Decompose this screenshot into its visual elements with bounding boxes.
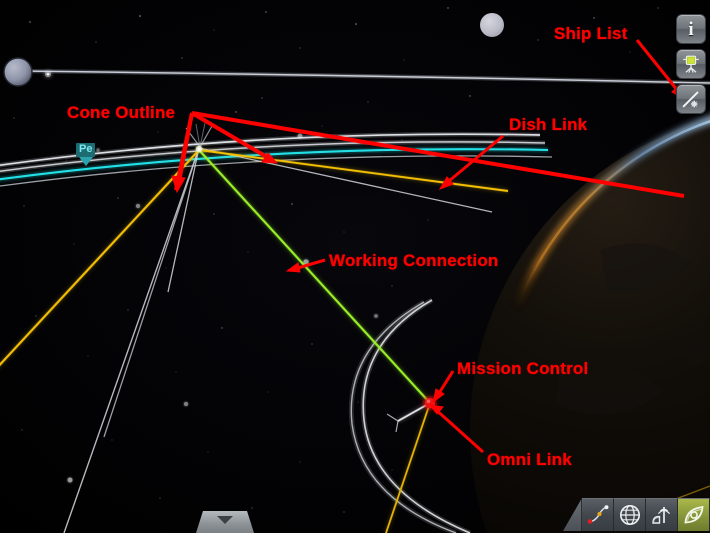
map-view-screen: Pe Ship List Cone Outline Dish Link Work… [0,0,710,533]
collapse-handle[interactable] [196,511,254,533]
info-icon: i [688,18,694,40]
info-button[interactable]: i [676,14,706,44]
remotetech-button[interactable] [678,498,710,531]
vessel-node[interactable] [195,145,203,153]
antenna-icon [651,507,670,524]
satellite-button[interactable] [676,49,706,79]
bottom-toolbar [563,498,710,531]
ship-list-button[interactable] [676,84,706,114]
chevron-down-icon [217,516,233,524]
maneuver-nodes-button[interactable] [582,498,614,531]
satellite-dish-icon [684,505,703,524]
toolbar-wedge [563,498,582,531]
antenna-button[interactable] [646,498,678,531]
body-minmus [480,13,504,37]
right-button-column: i [676,14,706,114]
satellite-icon [683,55,699,73]
planets-button[interactable] [614,498,646,531]
trajectory-node-icon [587,505,608,524]
orbital-map-scene [0,0,710,533]
dish-star-icon [682,91,699,108]
body-mun [3,57,33,87]
globe-icon [619,505,640,525]
